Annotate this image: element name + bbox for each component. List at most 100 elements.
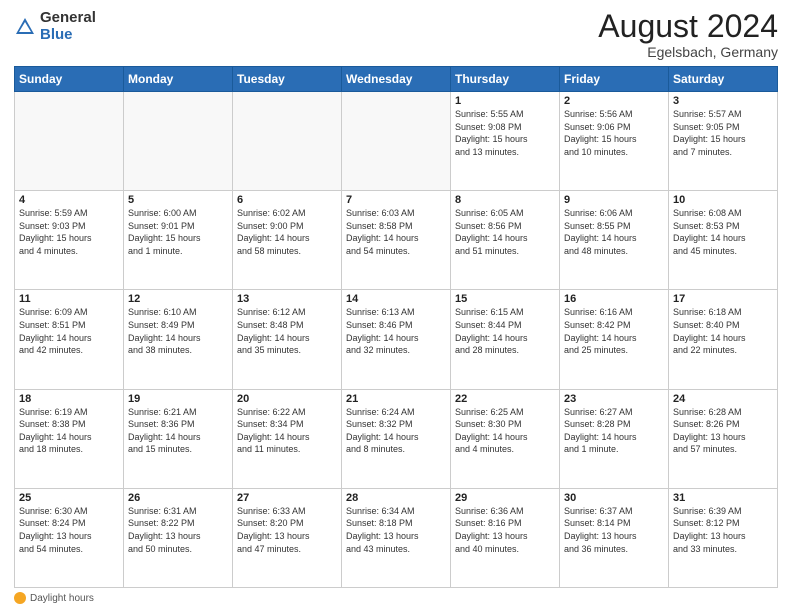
day-info: Sunrise: 6:28 AM Sunset: 8:26 PM Dayligh…	[673, 406, 773, 456]
week-row-3: 18Sunrise: 6:19 AM Sunset: 8:38 PM Dayli…	[15, 389, 778, 488]
day-info: Sunrise: 6:36 AM Sunset: 8:16 PM Dayligh…	[455, 505, 555, 555]
day-cell	[233, 92, 342, 191]
day-cell: 30Sunrise: 6:37 AM Sunset: 8:14 PM Dayli…	[560, 488, 669, 587]
day-number: 3	[673, 95, 773, 107]
week-row-0: 1Sunrise: 5:55 AM Sunset: 9:08 PM Daylig…	[15, 92, 778, 191]
day-info: Sunrise: 6:16 AM Sunset: 8:42 PM Dayligh…	[564, 306, 664, 356]
day-cell: 8Sunrise: 6:05 AM Sunset: 8:56 PM Daylig…	[451, 191, 560, 290]
col-header-monday: Monday	[124, 67, 233, 92]
day-cell: 3Sunrise: 5:57 AM Sunset: 9:05 PM Daylig…	[669, 92, 778, 191]
day-info: Sunrise: 6:12 AM Sunset: 8:48 PM Dayligh…	[237, 306, 337, 356]
month-title: August 2024	[598, 10, 778, 42]
day-number: 26	[128, 492, 228, 504]
day-info: Sunrise: 6:33 AM Sunset: 8:20 PM Dayligh…	[237, 505, 337, 555]
day-number: 19	[128, 393, 228, 405]
day-info: Sunrise: 6:02 AM Sunset: 9:00 PM Dayligh…	[237, 207, 337, 257]
day-cell: 31Sunrise: 6:39 AM Sunset: 8:12 PM Dayli…	[669, 488, 778, 587]
day-info: Sunrise: 6:37 AM Sunset: 8:14 PM Dayligh…	[564, 505, 664, 555]
logo-text: General Blue	[40, 10, 96, 43]
calendar-header-row: SundayMondayTuesdayWednesdayThursdayFrid…	[15, 67, 778, 92]
day-cell: 7Sunrise: 6:03 AM Sunset: 8:58 PM Daylig…	[342, 191, 451, 290]
day-number: 31	[673, 492, 773, 504]
day-cell: 27Sunrise: 6:33 AM Sunset: 8:20 PM Dayli…	[233, 488, 342, 587]
day-number: 10	[673, 194, 773, 206]
day-cell: 19Sunrise: 6:21 AM Sunset: 8:36 PM Dayli…	[124, 389, 233, 488]
day-cell: 4Sunrise: 5:59 AM Sunset: 9:03 PM Daylig…	[15, 191, 124, 290]
week-row-2: 11Sunrise: 6:09 AM Sunset: 8:51 PM Dayli…	[15, 290, 778, 389]
day-cell	[124, 92, 233, 191]
day-info: Sunrise: 6:27 AM Sunset: 8:28 PM Dayligh…	[564, 406, 664, 456]
day-cell: 11Sunrise: 6:09 AM Sunset: 8:51 PM Dayli…	[15, 290, 124, 389]
daylight-label: Daylight hours	[30, 593, 94, 604]
day-info: Sunrise: 5:59 AM Sunset: 9:03 PM Dayligh…	[19, 207, 119, 257]
page: General Blue August 2024 Egelsbach, Germ…	[0, 0, 792, 612]
day-cell: 15Sunrise: 6:15 AM Sunset: 8:44 PM Dayli…	[451, 290, 560, 389]
day-info: Sunrise: 6:08 AM Sunset: 8:53 PM Dayligh…	[673, 207, 773, 257]
day-number: 11	[19, 293, 119, 305]
day-number: 27	[237, 492, 337, 504]
day-info: Sunrise: 6:05 AM Sunset: 8:56 PM Dayligh…	[455, 207, 555, 257]
day-info: Sunrise: 6:13 AM Sunset: 8:46 PM Dayligh…	[346, 306, 446, 356]
logo-general: General	[40, 9, 96, 26]
day-number: 24	[673, 393, 773, 405]
col-header-saturday: Saturday	[669, 67, 778, 92]
day-cell: 16Sunrise: 6:16 AM Sunset: 8:42 PM Dayli…	[560, 290, 669, 389]
day-number: 8	[455, 194, 555, 206]
location: Egelsbach, Germany	[598, 44, 778, 60]
day-number: 12	[128, 293, 228, 305]
day-cell: 6Sunrise: 6:02 AM Sunset: 9:00 PM Daylig…	[233, 191, 342, 290]
title-block: August 2024 Egelsbach, Germany	[598, 10, 778, 60]
day-cell: 21Sunrise: 6:24 AM Sunset: 8:32 PM Dayli…	[342, 389, 451, 488]
day-number: 21	[346, 393, 446, 405]
day-info: Sunrise: 5:57 AM Sunset: 9:05 PM Dayligh…	[673, 108, 773, 158]
day-cell	[342, 92, 451, 191]
day-cell: 26Sunrise: 6:31 AM Sunset: 8:22 PM Dayli…	[124, 488, 233, 587]
week-row-1: 4Sunrise: 5:59 AM Sunset: 9:03 PM Daylig…	[15, 191, 778, 290]
day-cell: 22Sunrise: 6:25 AM Sunset: 8:30 PM Dayli…	[451, 389, 560, 488]
day-info: Sunrise: 6:24 AM Sunset: 8:32 PM Dayligh…	[346, 406, 446, 456]
col-header-wednesday: Wednesday	[342, 67, 451, 92]
day-info: Sunrise: 6:18 AM Sunset: 8:40 PM Dayligh…	[673, 306, 773, 356]
week-row-4: 25Sunrise: 6:30 AM Sunset: 8:24 PM Dayli…	[15, 488, 778, 587]
day-cell: 17Sunrise: 6:18 AM Sunset: 8:40 PM Dayli…	[669, 290, 778, 389]
calendar: SundayMondayTuesdayWednesdayThursdayFrid…	[14, 66, 778, 588]
day-info: Sunrise: 6:15 AM Sunset: 8:44 PM Dayligh…	[455, 306, 555, 356]
day-cell: 28Sunrise: 6:34 AM Sunset: 8:18 PM Dayli…	[342, 488, 451, 587]
day-info: Sunrise: 6:31 AM Sunset: 8:22 PM Dayligh…	[128, 505, 228, 555]
day-info: Sunrise: 6:22 AM Sunset: 8:34 PM Dayligh…	[237, 406, 337, 456]
day-cell: 1Sunrise: 5:55 AM Sunset: 9:08 PM Daylig…	[451, 92, 560, 191]
col-header-thursday: Thursday	[451, 67, 560, 92]
day-number: 15	[455, 293, 555, 305]
day-number: 7	[346, 194, 446, 206]
day-number: 9	[564, 194, 664, 206]
day-number: 30	[564, 492, 664, 504]
day-number: 25	[19, 492, 119, 504]
day-cell: 18Sunrise: 6:19 AM Sunset: 8:38 PM Dayli…	[15, 389, 124, 488]
day-number: 14	[346, 293, 446, 305]
day-info: Sunrise: 6:10 AM Sunset: 8:49 PM Dayligh…	[128, 306, 228, 356]
day-number: 2	[564, 95, 664, 107]
sun-icon	[14, 592, 26, 604]
day-number: 29	[455, 492, 555, 504]
day-info: Sunrise: 6:03 AM Sunset: 8:58 PM Dayligh…	[346, 207, 446, 257]
day-number: 20	[237, 393, 337, 405]
day-number: 22	[455, 393, 555, 405]
day-info: Sunrise: 6:30 AM Sunset: 8:24 PM Dayligh…	[19, 505, 119, 555]
day-number: 17	[673, 293, 773, 305]
day-number: 28	[346, 492, 446, 504]
day-info: Sunrise: 6:25 AM Sunset: 8:30 PM Dayligh…	[455, 406, 555, 456]
logo: General Blue	[14, 10, 96, 43]
day-cell: 24Sunrise: 6:28 AM Sunset: 8:26 PM Dayli…	[669, 389, 778, 488]
day-number: 4	[19, 194, 119, 206]
day-number: 5	[128, 194, 228, 206]
day-number: 1	[455, 95, 555, 107]
day-number: 23	[564, 393, 664, 405]
day-info: Sunrise: 6:34 AM Sunset: 8:18 PM Dayligh…	[346, 505, 446, 555]
day-cell: 5Sunrise: 6:00 AM Sunset: 9:01 PM Daylig…	[124, 191, 233, 290]
day-number: 16	[564, 293, 664, 305]
day-info: Sunrise: 5:56 AM Sunset: 9:06 PM Dayligh…	[564, 108, 664, 158]
day-cell: 23Sunrise: 6:27 AM Sunset: 8:28 PM Dayli…	[560, 389, 669, 488]
footer: Daylight hours	[14, 592, 778, 604]
day-cell: 12Sunrise: 6:10 AM Sunset: 8:49 PM Dayli…	[124, 290, 233, 389]
header: General Blue August 2024 Egelsbach, Germ…	[14, 10, 778, 60]
